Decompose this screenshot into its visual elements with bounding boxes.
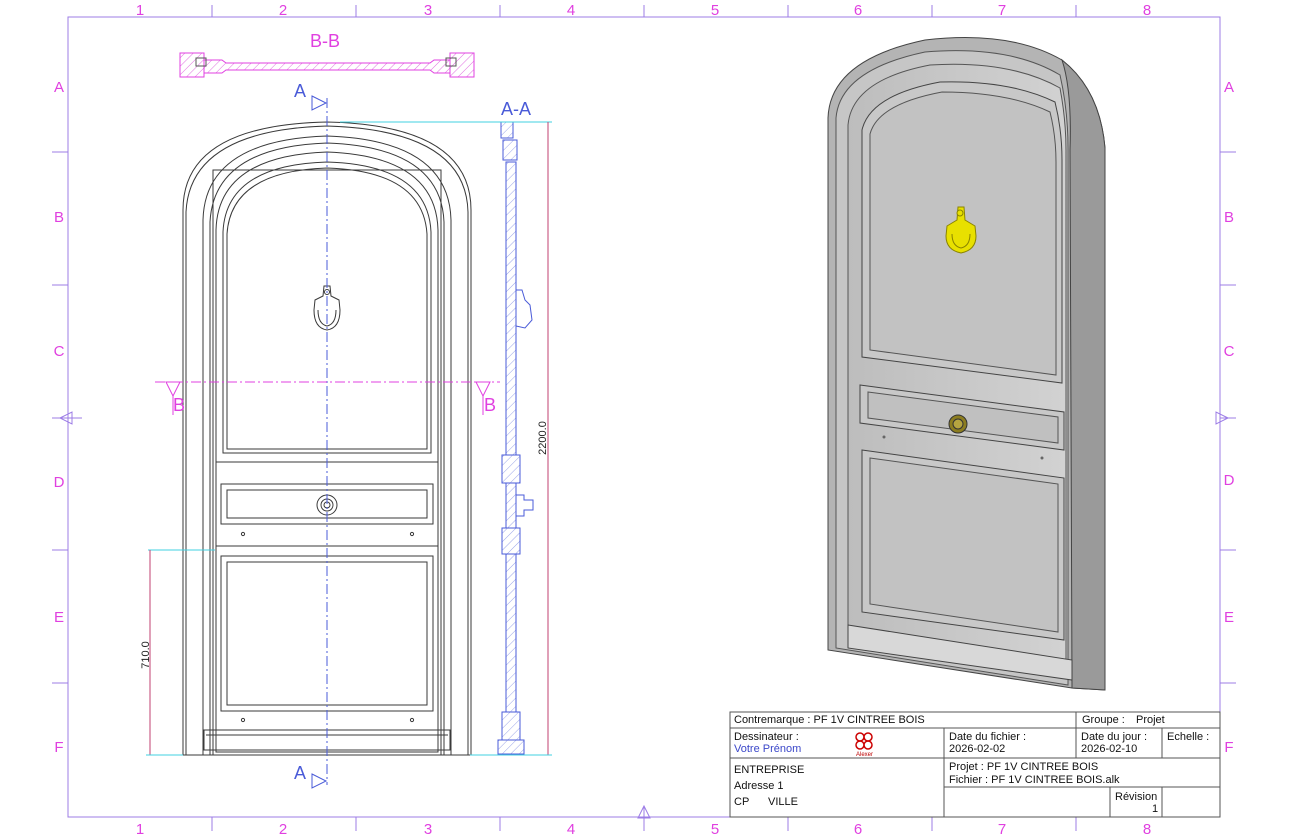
entreprise: ENTREPRISE	[734, 764, 805, 776]
arrow-b-right: B	[484, 395, 496, 415]
row-label-c: C	[54, 343, 65, 360]
arrow-b-left: B	[173, 395, 185, 415]
col-label-8-bottom: 8	[1143, 821, 1151, 838]
row-label-e-right: E	[1224, 609, 1234, 626]
groupe-label: Groupe :	[1082, 714, 1125, 726]
date-jour-value: 2026-02-10	[1081, 743, 1138, 755]
dimension-2200	[340, 121, 552, 756]
dessinateur-value: Votre Prénom	[734, 743, 802, 755]
col-label-2: 2	[279, 2, 287, 19]
col-label-7: 7	[998, 2, 1006, 19]
projet: Projet : PF 1V CINTREE BOIS	[949, 761, 1099, 773]
col-label-3: 3	[424, 2, 432, 19]
row-label-b: B	[54, 209, 64, 226]
section-aa-view: A-A	[497, 99, 534, 755]
col-label-7-bottom: 7	[998, 821, 1006, 838]
ville: VILLE	[768, 796, 798, 808]
fichier: Fichier : PF 1V CINTREE BOIS.alk	[949, 774, 1120, 786]
section-bb-view: B-B	[179, 31, 475, 78]
col-label-3-bottom: 3	[424, 821, 432, 838]
col-label-5-bottom: 5	[711, 821, 719, 838]
dimension-710	[146, 549, 215, 756]
col-label-1: 1	[136, 2, 144, 19]
col-label-1-bottom: 1	[136, 821, 144, 838]
row-label-f: F	[54, 739, 63, 756]
col-label-4-bottom: 4	[567, 821, 575, 838]
arrow-a-top: A	[294, 81, 306, 101]
row-label-f-right: F	[1224, 739, 1233, 756]
section-a-markers	[311, 95, 328, 789]
section-bb-title: B-B	[310, 31, 340, 51]
row-label-b-right: B	[1224, 209, 1234, 226]
row-label-e: E	[54, 609, 64, 626]
date-fichier-value: 2026-02-02	[949, 743, 1006, 755]
col-label-6-bottom: 6	[854, 821, 862, 838]
echelle-label: Echelle :	[1167, 731, 1210, 743]
row-label-d: D	[54, 474, 65, 491]
logo-text: Alexer	[856, 752, 874, 758]
row-label-c-right: C	[1224, 343, 1235, 360]
arrow-a-bottom: A	[294, 763, 306, 783]
col-label-8: 8	[1143, 2, 1151, 19]
door-3d-view	[827, 37, 1106, 691]
dimension-710-label: 710.0	[140, 641, 152, 669]
title-block: Contremarque : PF 1V CINTREE BOIS Groupe…	[730, 712, 1220, 817]
row-label-a-right: A	[1224, 79, 1234, 96]
groupe-value: Projet	[1136, 714, 1165, 726]
row-label-a: A	[54, 79, 64, 96]
row-label-d-right: D	[1224, 472, 1235, 489]
dimension-2200-label: 2200.0	[537, 421, 549, 455]
col-label-5: 5	[711, 2, 719, 19]
col-label-2-bottom: 2	[279, 821, 287, 838]
col-label-4: 4	[567, 2, 575, 19]
cp: CP	[734, 796, 750, 808]
contremarque: Contremarque : PF 1V CINTREE BOIS	[734, 714, 925, 726]
revision-value: 1	[1152, 803, 1159, 815]
section-aa-title: A-A	[501, 99, 531, 119]
col-label-6: 6	[854, 2, 862, 19]
adresse: Adresse 1	[734, 780, 784, 792]
